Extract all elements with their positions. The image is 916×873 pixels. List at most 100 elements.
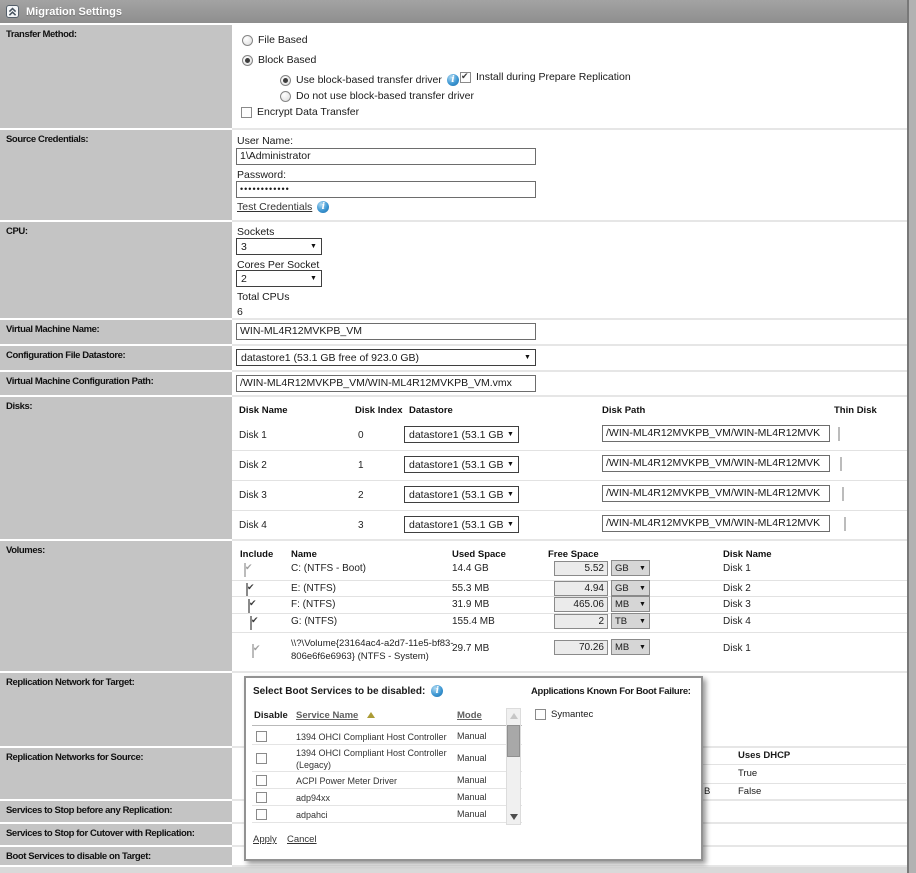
free-space-input[interactable]: 2 [554,614,608,629]
block-based-label: Block Based [258,54,316,66]
include-checkbox[interactable] [250,616,252,630]
disk-index: 0 [358,430,364,441]
dropdown-arrow-icon: ▼ [306,243,321,250]
disk-index: 2 [358,490,364,501]
disk-path-input[interactable]: /WIN-ML4R12MVKPB_VM/WIN-ML4R12MVK [602,515,830,532]
collapse-icon[interactable] [6,5,19,18]
apps-boot-failure-header: Applications Known For Boot Failure: [531,686,691,697]
free-unit-select[interactable]: MB▼ [611,639,650,655]
disk-datastore-select[interactable]: datastore1 (53.1 GB▼ [404,486,519,503]
service-row: adp94xx Manual [252,789,522,806]
disk-path-input[interactable]: /WIN-ML4R12MVKPB_VM/WIN-ML4R12MVK [602,425,830,442]
scrollbar[interactable] [506,708,521,825]
section-label-boot-services: Boot Services to disable on Target: [0,847,232,867]
thin-disk-checkbox[interactable] [842,487,844,501]
free-space-input[interactable]: 70.26 [554,640,608,655]
user-name-input[interactable]: 1\Administrator [236,148,536,165]
disk-datastore-select[interactable]: datastore1 (53.1 GB▼ [404,456,519,473]
disk-index: 3 [358,520,364,531]
disk-datastore-select[interactable]: datastore1 (53.1 GB▼ [404,426,519,443]
disks-header-path: Disk Path [602,405,645,416]
service-name: 1394 OHCI Compliant Host Controller [296,731,456,743]
free-unit-select[interactable]: MB▼ [611,596,650,612]
dropdown-arrow-icon: ▼ [306,275,321,282]
encrypt-checkbox[interactable]: Encrypt Data Transfer [241,106,359,118]
symantec-checkbox[interactable]: Symantec [535,709,593,720]
include-checkbox[interactable] [252,644,254,658]
include-checkbox[interactable] [244,563,246,577]
disk-name: Disk 3 [239,490,267,501]
install-prepare-checkbox[interactable]: Install during Prepare Replication [460,71,631,83]
cancel-link[interactable]: Cancel [287,834,317,845]
total-cpus-value: 6 [237,306,243,318]
disable-service-checkbox[interactable] [256,753,267,764]
volumes-header-name: Name [291,549,317,560]
boot-services-table: Disable Service Name Mode 1394 OHCI Comp… [252,708,522,726]
test-credentials-row: Test Credentials i [237,201,329,213]
info-icon[interactable]: i [317,201,329,213]
dropdown-arrow-icon: ▼ [503,491,518,498]
include-checkbox[interactable] [246,583,248,597]
scrollbar-thumb[interactable] [507,725,520,757]
section-label-config-datastore: Configuration File Datastore: [0,346,232,372]
volume-name: C: (NTFS - Boot) [291,563,366,574]
use-driver-radio[interactable]: Use block-based transfer driver i [280,74,459,86]
disable-service-checkbox[interactable] [256,809,267,820]
mode-column-header[interactable]: Mode [457,710,482,721]
info-icon[interactable]: i [431,685,443,697]
thin-disk-checkbox[interactable] [838,427,840,441]
free-space-input[interactable]: 4.94 [554,581,608,596]
disks-header-index: Disk Index [355,405,403,416]
service-row: 1394 OHCI Compliant Host Controller (Leg… [252,745,522,772]
free-unit-select[interactable]: TB▼ [611,613,650,629]
service-name-column-header[interactable]: Service Name [296,710,358,721]
info-icon[interactable]: i [447,74,459,86]
service-name: 1394 OHCI Compliant Host Controller (Leg… [296,747,456,771]
cores-value: 2 [237,273,306,285]
config-datastore-value: datastore1 (53.1 GB free of 923.0 GB) [237,352,520,364]
free-space-input[interactable]: 465.06 [554,597,608,612]
disk-index: 1 [358,460,364,471]
section-label-services-stop-before: Services to Stop before any Replication: [0,801,232,824]
include-checkbox[interactable] [248,599,250,613]
file-based-radio[interactable]: File Based [242,34,308,46]
dropdown-arrow-icon: ▼ [636,601,649,608]
disks-header-name: Disk Name [239,405,288,416]
cores-select[interactable]: 2 ▼ [236,270,322,287]
dropdown-arrow-icon: ▼ [636,585,649,592]
disk-path-input[interactable]: /WIN-ML4R12MVKPB_VM/WIN-ML4R12MVK [602,485,830,502]
scroll-down-button[interactable] [507,810,520,824]
free-space-input[interactable]: 5.52 [554,561,608,576]
vm-name-input[interactable]: WIN-ML4R12MVKPB_VM [236,323,536,340]
apply-link[interactable]: Apply [253,834,277,845]
section-label-repl-net-target: Replication Network for Target: [0,673,232,748]
config-datastore-select[interactable]: datastore1 (53.1 GB free of 923.0 GB) ▼ [236,349,536,366]
disable-service-checkbox[interactable] [256,775,267,786]
sockets-select[interactable]: 3 ▼ [236,238,322,255]
disable-service-checkbox[interactable] [256,792,267,803]
no-driver-radio[interactable]: Do not use block-based transfer driver [280,90,474,102]
thin-disk-checkbox[interactable] [844,517,846,531]
section-label-vm-name: Virtual Machine Name: [0,320,232,346]
dropdown-arrow-icon: ▼ [503,431,518,438]
password-input[interactable]: •••••••••••• [236,181,536,198]
test-credentials-link[interactable]: Test Credentials [237,201,312,213]
config-path-input[interactable]: /WIN-ML4R12MVKPB_VM/WIN-ML4R12MVKPB_VM.v… [236,375,536,392]
scroll-up-button[interactable] [507,709,520,723]
block-based-radio[interactable]: Block Based [242,54,316,66]
volume-used: 155.4 MB [452,616,495,627]
thin-disk-checkbox[interactable] [840,457,842,471]
sockets-value: 3 [237,241,306,253]
volume-used: 29.7 MB [452,643,489,654]
volume-disk: Disk 4 [723,616,751,627]
free-unit-select[interactable]: GB▼ [611,560,650,576]
disk-datastore-select[interactable]: datastore1 (53.1 GB▼ [404,516,519,533]
disable-service-checkbox[interactable] [256,731,267,742]
disk-path-input[interactable]: /WIN-ML4R12MVKPB_VM/WIN-ML4R12MVK [602,455,830,472]
row-separator [232,632,908,633]
free-unit-select[interactable]: GB▼ [611,580,650,596]
volumes-header-used: Used Space [452,549,506,560]
password-label: Password: [237,169,286,181]
volume-used: 14.4 GB [452,563,489,574]
sort-ascending-icon [367,712,375,718]
